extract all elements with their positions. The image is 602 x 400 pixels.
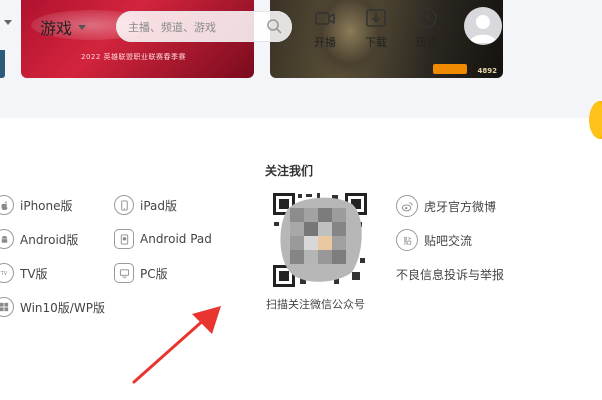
platform-link-ipad[interactable]: iPad版 [114, 195, 177, 215]
follow-us-title: 关注我们 [265, 164, 314, 178]
search-icon[interactable] [266, 18, 282, 34]
platform-label: Win10版/WP版 [20, 300, 105, 315]
platform-label: iPad版 [140, 198, 178, 213]
platform-link-iphone[interactable]: iPhone版 [0, 195, 73, 215]
chevron-down-icon[interactable] [4, 20, 12, 25]
weibo-link[interactable]: 虎牙官方微博 [396, 195, 496, 217]
platform-link-tv[interactable]: TV TV版 [0, 263, 48, 283]
category-label: 游戏 [40, 19, 73, 38]
huya-logo-badge [433, 64, 467, 74]
avatar[interactable] [464, 7, 502, 45]
annotation-arrow [132, 306, 221, 384]
top-header: 游戏 主播、频道、游戏 开播 下载 历史 [0, 0, 602, 56]
svg-text:贴: 贴 [403, 235, 411, 245]
pc-icon [114, 263, 134, 283]
platform-label: Android版 [20, 232, 79, 247]
category-dropdown[interactable]: 游戏 [40, 15, 87, 39]
tieba-label: 贴吧交流 [424, 233, 473, 248]
user-icon [469, 15, 497, 43]
report-link[interactable]: 不良信息投诉与举报 [396, 266, 504, 283]
start-stream-button[interactable]: 开播 [310, 6, 340, 50]
weibo-icon [396, 195, 418, 217]
download-icon [366, 9, 386, 27]
download-label: 下载 [365, 36, 387, 49]
camera-icon [315, 12, 335, 25]
platform-link-android[interactable]: Android版 [0, 229, 78, 249]
platform-link-pc[interactable]: PC版 [114, 263, 168, 283]
banner-number: 4892 [477, 67, 497, 75]
ipad-icon [114, 195, 134, 215]
platform-link-win10-wp[interactable]: Win10版/WP版 [0, 297, 105, 317]
tieba-icon: 贴 [396, 229, 418, 251]
weibo-label: 虎牙官方微博 [424, 199, 497, 214]
wechat-qr-code [272, 192, 368, 288]
android-pad-icon [114, 229, 134, 249]
platform-label: PC版 [140, 266, 168, 281]
tieba-link[interactable]: 贴 贴吧交流 [396, 229, 472, 251]
platform-label: iPhone版 [20, 198, 73, 213]
apple-icon [0, 195, 14, 215]
tv-icon: TV [0, 263, 14, 283]
download-button[interactable]: 下载 [361, 6, 391, 50]
chevron-down-icon [78, 24, 87, 30]
platform-link-android-pad[interactable]: Android Pad [114, 229, 212, 249]
start-stream-label: 开播 [314, 36, 336, 49]
clock-icon [417, 8, 437, 28]
search-placeholder: 主播、频道、游戏 [128, 21, 216, 34]
search-input[interactable]: 主播、频道、游戏 [116, 11, 292, 42]
android-icon [0, 229, 14, 249]
svg-text:TV: TV [0, 271, 8, 277]
platform-label: Android Pad [140, 232, 212, 246]
history-button[interactable]: 历史 [412, 6, 442, 50]
platform-label: TV版 [20, 266, 48, 281]
windows-icon [0, 297, 14, 317]
history-label: 历史 [416, 36, 438, 49]
qr-caption: 扫描关注微信公众号 [266, 298, 365, 311]
mascot-fragment [589, 101, 602, 139]
